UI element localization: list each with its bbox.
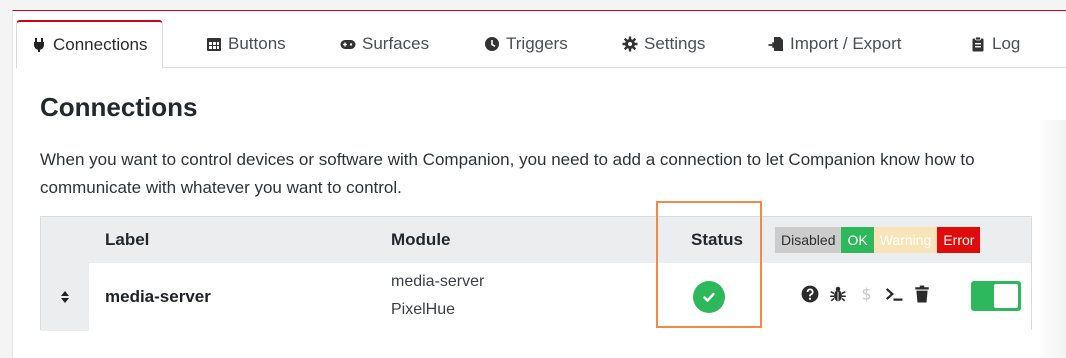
enabled-toggle[interactable] — [971, 281, 1021, 311]
module-manufacturer: PixelHue — [391, 301, 456, 318]
terminal-icon[interactable] — [885, 285, 903, 303]
tab-connections[interactable]: Connections — [16, 20, 163, 69]
module-name: media-server — [391, 273, 485, 290]
connections-table: Label Module Status Disabled OK Warning … — [40, 216, 1032, 331]
drag-handle[interactable] — [41, 263, 89, 331]
tab-label: Settings — [644, 34, 706, 53]
trash-icon[interactable] — [913, 285, 931, 303]
column-header-label[interactable]: Label — [105, 230, 149, 250]
tab-log[interactable]: Log — [970, 20, 1020, 68]
legend-error: Error — [937, 227, 981, 253]
tab-label: Import / Export — [790, 34, 902, 53]
svg-text:$: $ — [862, 285, 872, 303]
legend-warning: Warning — [873, 227, 938, 253]
clipboard-icon — [970, 36, 986, 52]
tab-label: Triggers — [506, 34, 568, 53]
status-legend: Disabled OK Warning Error — [775, 227, 981, 253]
table-row: media-server media-server PixelHue $ — [41, 263, 1031, 331]
tab-surfaces[interactable]: Surfaces — [340, 20, 429, 68]
column-header-module[interactable]: Module — [391, 230, 451, 250]
legend-ok: OK — [841, 227, 874, 253]
side-shadow — [1036, 120, 1066, 358]
tab-label: Buttons — [228, 34, 286, 53]
page-title: Connections — [40, 92, 198, 122]
row-actions: $ — [801, 285, 931, 303]
plug-icon — [31, 37, 47, 53]
tab-triggers[interactable]: Triggers — [484, 20, 568, 68]
clock-icon — [484, 36, 500, 52]
bug-icon[interactable] — [829, 285, 847, 303]
table-header: Label Module Status Disabled OK Warning … — [41, 217, 1031, 263]
column-header-status[interactable]: Status — [691, 230, 743, 250]
tab-label: Log — [992, 34, 1021, 53]
toggle-knob — [994, 284, 1018, 308]
legend-disabled: Disabled — [775, 227, 842, 253]
gamepad-icon — [340, 36, 356, 52]
calendar-grid-icon — [206, 36, 222, 52]
tab-label: Surfaces — [362, 34, 430, 53]
tab-import-export[interactable]: Import / Export — [768, 20, 901, 68]
tab-settings[interactable]: Settings — [622, 20, 705, 68]
connection-label[interactable]: media-server — [105, 287, 211, 307]
sort-icon — [57, 289, 73, 305]
tab-bar: Connections Buttons Surfaces Triggers Se… — [16, 20, 1066, 69]
tab-buttons[interactable]: Buttons — [206, 20, 286, 68]
help-icon[interactable] — [801, 285, 819, 303]
tab-label: Connections — [53, 35, 148, 54]
page-description: When you want to control devices or soft… — [40, 150, 975, 197]
dollar-variables-icon[interactable]: $ — [857, 285, 875, 303]
gear-icon — [622, 36, 638, 52]
status-ok-icon — [693, 281, 725, 313]
file-import-icon — [768, 36, 784, 52]
